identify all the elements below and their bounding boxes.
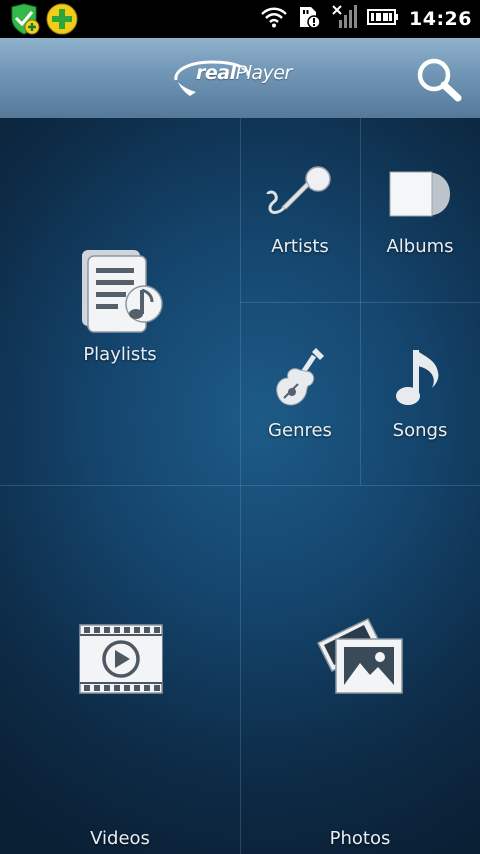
sd-card-alert-icon bbox=[297, 5, 321, 33]
artists-label: Artists bbox=[271, 236, 329, 257]
realplayer-logo: realPlayer bbox=[172, 56, 312, 98]
playlists-label: Playlists bbox=[83, 344, 157, 365]
status-clock: 14:26 bbox=[409, 8, 472, 30]
photos-tile[interactable]: Photos bbox=[240, 485, 480, 854]
green-plus-icon[interactable] bbox=[46, 3, 78, 39]
albums-tile[interactable]: Albums bbox=[360, 118, 480, 302]
songs-label: Songs bbox=[392, 420, 448, 441]
photos-label: Photos bbox=[329, 828, 391, 849]
microphone-icon bbox=[266, 166, 331, 214]
no-signal-icon bbox=[331, 4, 358, 34]
albums-label: Albums bbox=[386, 236, 454, 257]
playlist-document-icon bbox=[82, 250, 163, 333]
photos-icon bbox=[316, 618, 403, 694]
app-header: realPlayer bbox=[0, 38, 480, 118]
status-bar: 14:26 bbox=[0, 0, 480, 38]
genres-tile[interactable]: Genres bbox=[240, 302, 360, 485]
album-icon bbox=[389, 171, 450, 217]
guitar-icon bbox=[276, 348, 324, 406]
logo-real: real bbox=[196, 62, 236, 84]
music-note-icon bbox=[396, 350, 439, 405]
genres-label: Genres bbox=[268, 420, 332, 441]
wifi-icon bbox=[261, 6, 287, 32]
battery-full-icon bbox=[367, 7, 399, 31]
logo-player: Player bbox=[235, 62, 293, 84]
search-button[interactable] bbox=[414, 56, 464, 102]
videos-label: Videos bbox=[90, 828, 150, 849]
library-grid: Playlists Artists Albums Genres Songs Vi… bbox=[0, 118, 480, 854]
playlists-tile[interactable]: Playlists bbox=[0, 118, 240, 485]
magnifier-icon bbox=[414, 58, 464, 106]
songs-tile[interactable]: Songs bbox=[360, 302, 480, 485]
shield-plus-icon[interactable] bbox=[8, 3, 40, 39]
artists-tile[interactable]: Artists bbox=[240, 118, 360, 302]
film-play-icon bbox=[79, 624, 163, 694]
videos-tile[interactable]: Videos bbox=[0, 485, 240, 854]
